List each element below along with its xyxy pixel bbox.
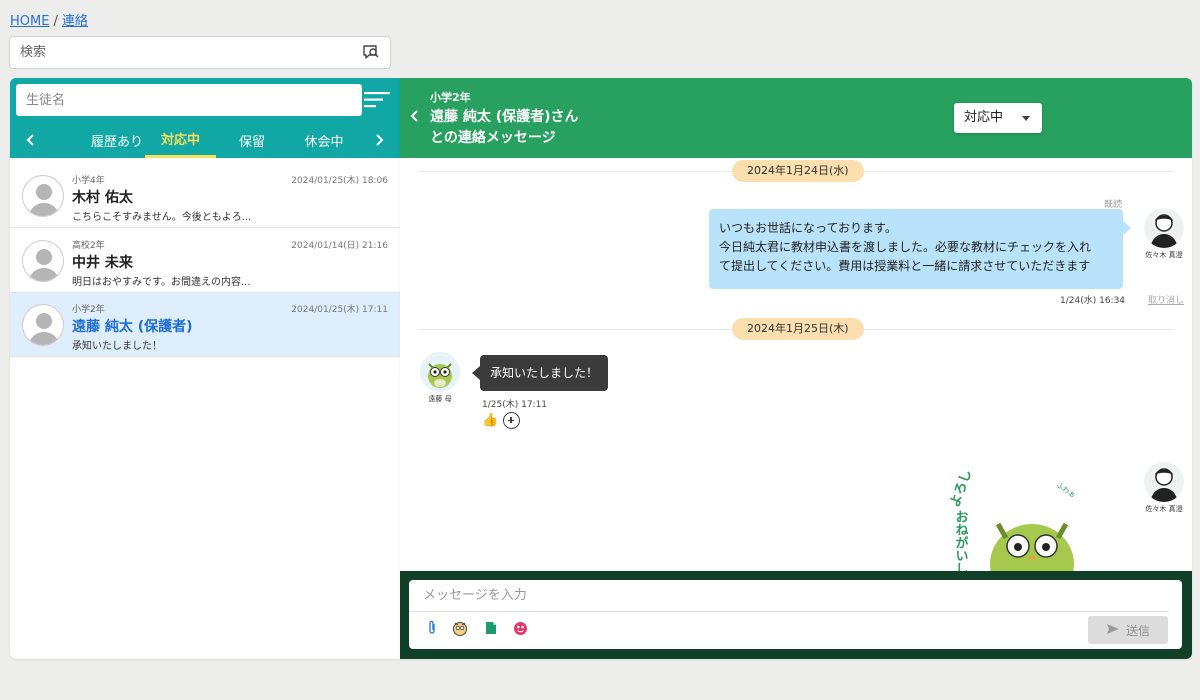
outgoing-message-line: 今日純太君に教材申込書を渡しました。必要な教材にチェックを入れ [719, 240, 1092, 254]
chat-header-subtitle: との連絡メッセージ [430, 130, 556, 146]
contact-name: 木村 佑太 [72, 190, 133, 206]
parent-avatar: 遠藤 母 [420, 352, 460, 404]
contact-name: 遠藤 純太 (保護者) [72, 319, 193, 335]
sticker-sound-text: ふわぁ [1055, 481, 1077, 500]
contact-item-selected[interactable]: 小学2年 2024/01/25(木) 17:11 遠藤 純太 (保護者) 承知い… [10, 293, 400, 357]
incoming-message-bubble: 承知いたしました！ [471, 355, 609, 391]
default-avatar-icon [22, 175, 64, 217]
contact-preview: 明日はおやすみです。お間違えの内容... [72, 277, 251, 288]
outgoing-message-line: て提出してください。費用は授業料と一緒に請求させていただきます [719, 259, 1091, 273]
breadcrumb-home-link[interactable]: HOME [10, 14, 49, 29]
sticker-icon[interactable] [512, 620, 528, 636]
file-icon[interactable] [483, 620, 499, 636]
tab-in-progress[interactable]: 対応中 [145, 122, 216, 158]
message-area[interactable]: 2024年1月24日(水) 既読 いつもお世話になっております。 今日純太君に教… [400, 158, 1192, 571]
add-reaction-icon[interactable] [503, 412, 520, 429]
tabs-prev-arrow-icon[interactable] [16, 122, 46, 158]
filter-sort-icon[interactable] [364, 92, 390, 112]
composer-box: 送信 [409, 580, 1182, 649]
tab-on-hold[interactable]: 保留 [224, 122, 280, 158]
outgoing-message-line: いつもお世話になっております。 [719, 221, 897, 235]
chevron-down-icon [1022, 116, 1030, 121]
chat-panel: 小学2年 遠藤 純太 (保護者)さん との連絡メッセージ 対応中 2024年1月… [400, 78, 1192, 659]
default-avatar-icon [22, 304, 64, 346]
status-dropdown-value: 対応中 [964, 110, 1004, 125]
tab-suspended[interactable]: 休会中 [294, 122, 354, 158]
chat-search-icon[interactable] [362, 44, 380, 66]
teacher-avatar-icon [1144, 462, 1184, 502]
teacher-avatar-icon [1144, 208, 1184, 248]
back-arrow-icon[interactable] [408, 108, 420, 128]
contact-preview: こちらこそすみません。今後ともよろ... [72, 212, 252, 223]
teacher-avatar: 佐々木 真澄 [1144, 462, 1184, 514]
send-icon [1106, 623, 1120, 638]
student-list-header: 履歴あり 対応中 保留 休会中 [10, 78, 400, 158]
chat-header-title: 遠藤 純太 (保護者)さん [430, 109, 579, 125]
contact-time: 2024/01/14(日) 21:16 [291, 241, 388, 251]
contact-grade: 小学2年 [72, 305, 105, 315]
parent-avatar-label: 遠藤 母 [428, 395, 452, 403]
breadcrumb: HOME / 連絡 [10, 10, 88, 29]
outgoing-message-bubble: いつもお世話になっております。 今日純太君に教材申込書を渡しました。必要な教材に… [709, 209, 1131, 289]
contact-item[interactable]: 高校2年 2024/01/14(日) 21:16 中井 未来 明日はおやすみです… [10, 229, 400, 293]
paperclip-icon[interactable] [424, 620, 440, 636]
contact-time: 2024/01/25(木) 18:06 [291, 176, 388, 186]
student-search-box [16, 84, 362, 116]
owl-avatar-icon [420, 352, 460, 392]
composer-area: 送信 [400, 571, 1192, 659]
student-list-panel: 履歴あり 対応中 保留 休会中 小学4年 2024/01/25(木) 18:06… [10, 78, 400, 659]
chat-header-grade: 小学2年 [430, 91, 471, 104]
incoming-message-text: 承知いたしました！ [490, 366, 599, 380]
date-pill: 2024年1月25日(木) [732, 318, 864, 340]
contact-grade: 高校2年 [72, 241, 105, 251]
global-search-box [9, 36, 391, 69]
contact-preview: 承知いたしました！ [72, 341, 162, 352]
date-pill: 2024年1月24日(水) [732, 160, 864, 182]
contact-grade: 小学4年 [72, 176, 105, 186]
tabs-next-arrow-icon[interactable] [364, 122, 394, 158]
send-button[interactable]: 送信 [1088, 616, 1168, 644]
incoming-message-time: 1/25(木) 17:11 [482, 400, 548, 410]
outgoing-message-time: 1/24(水) 16:34 [1060, 296, 1126, 306]
global-search-input[interactable] [10, 37, 330, 68]
breadcrumb-current-link[interactable]: 連絡 [62, 14, 88, 29]
contact-name: 中井 未来 [72, 255, 133, 271]
default-avatar-icon [22, 240, 64, 282]
contact-item[interactable]: 小学4年 2024/01/25(木) 18:06 木村 佑太 こちらこそすみませ… [10, 164, 400, 228]
thumbs-up-reaction[interactable]: 👍 [482, 413, 498, 428]
contact-time: 2024/01/25(木) 17:11 [291, 305, 388, 315]
breadcrumb-separator: / [53, 14, 58, 29]
owl-sticker-image: よろしく おねがいしま ふわぁ [940, 455, 1080, 571]
student-name-search-input[interactable] [16, 84, 362, 116]
status-tabs: 履歴あり 対応中 保留 休会中 [10, 122, 400, 158]
teacher-avatar-label: 佐々木 真澄 [1145, 251, 1183, 259]
message-input[interactable] [409, 580, 1169, 612]
stamp-icon[interactable] [452, 620, 468, 636]
chat-header: 小学2年 遠藤 純太 (保護者)さん との連絡メッセージ 対応中 [400, 78, 1192, 158]
send-button-label: 送信 [1125, 623, 1150, 638]
cancel-message-link[interactable]: 取り消し [1148, 293, 1184, 306]
teacher-avatar-label: 佐々木 真澄 [1145, 505, 1183, 513]
teacher-avatar: 佐々木 真澄 [1144, 208, 1184, 260]
status-dropdown[interactable]: 対応中 [954, 103, 1042, 133]
sticker-text-line1: よろしく [948, 468, 980, 509]
sticker-text-line2: おねがいしま [953, 510, 969, 571]
